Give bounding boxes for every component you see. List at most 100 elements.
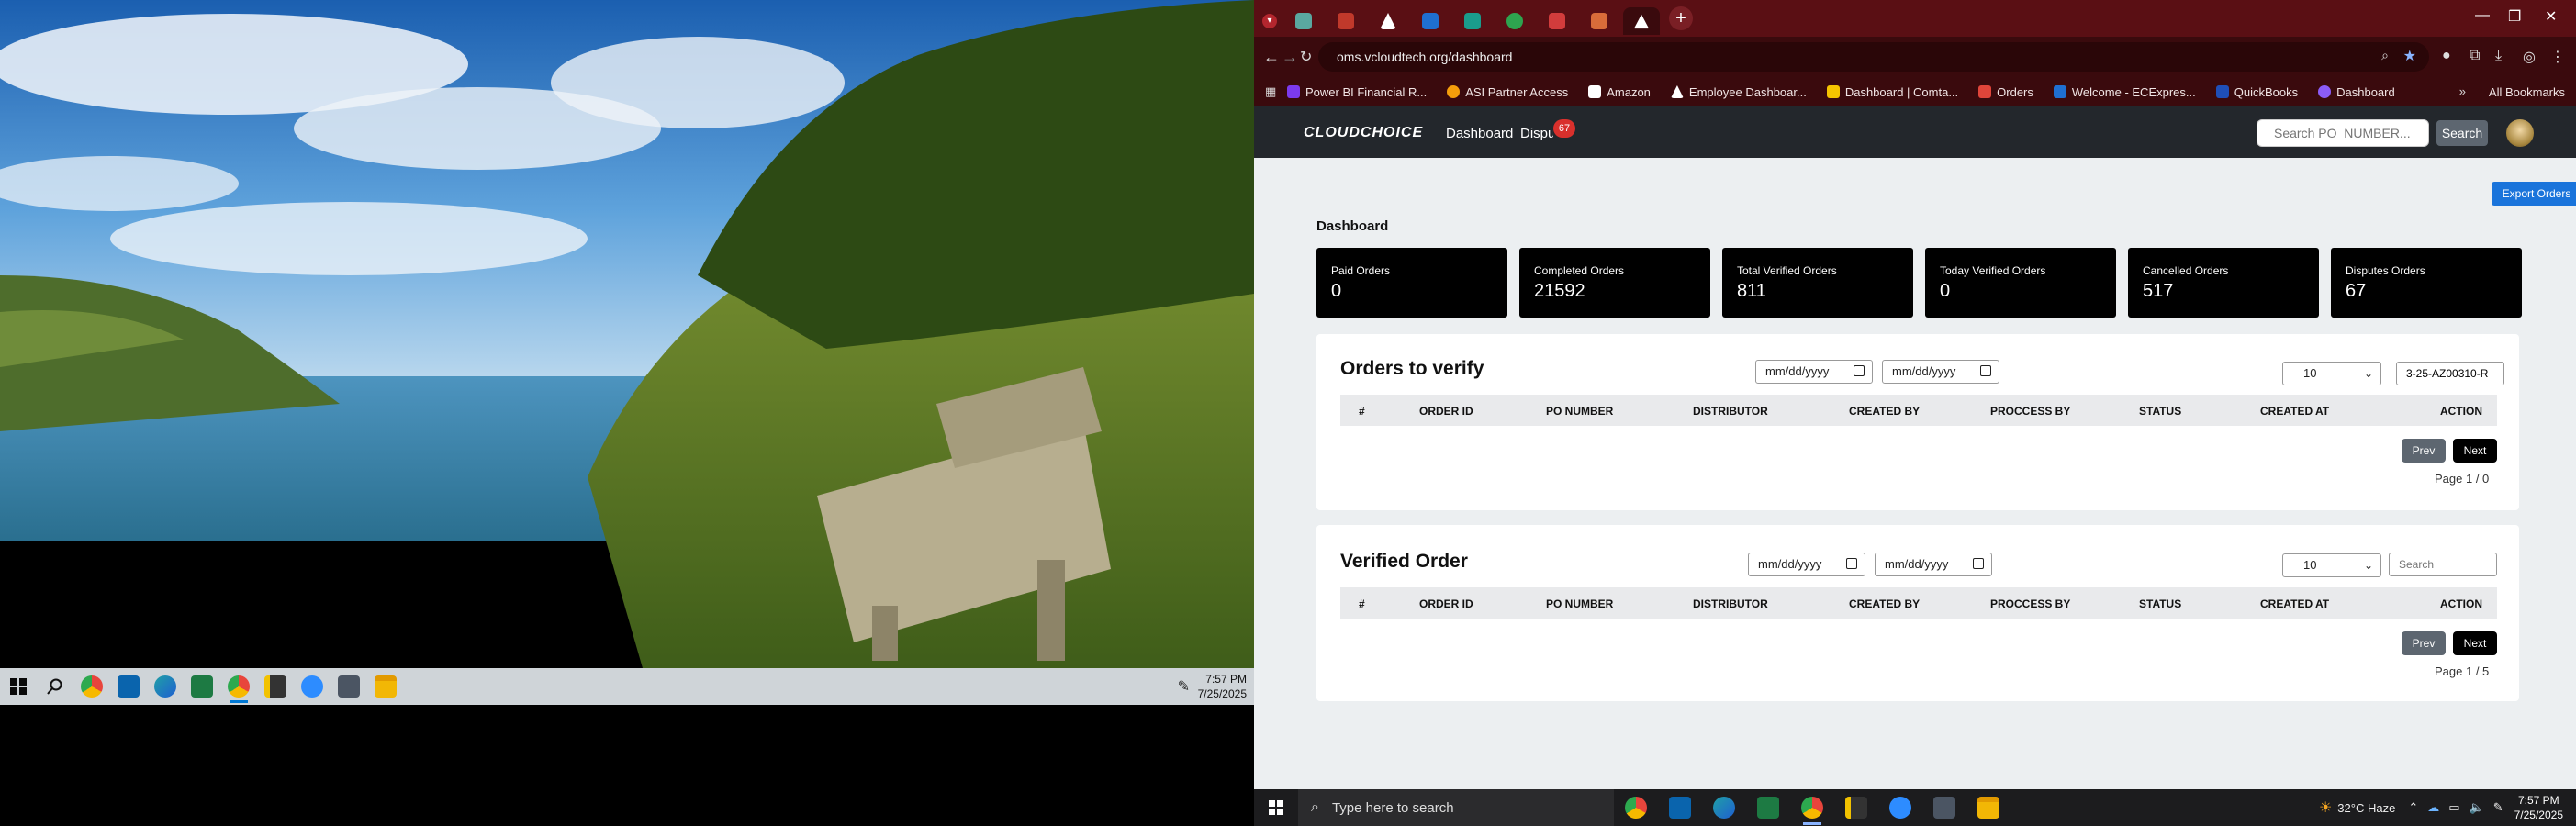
chrome-icon[interactable] — [73, 668, 110, 705]
user-avatar[interactable] — [2506, 119, 2534, 147]
tab-favicon-icon — [1422, 13, 1439, 29]
verify-page-size-select[interactable]: 10 ⌄ — [2282, 362, 2381, 385]
network-icon[interactable]: ▭ — [2448, 800, 2459, 815]
bookmark-item[interactable]: Dashboard — [2318, 85, 2395, 99]
back-icon[interactable]: ← — [1263, 48, 1280, 67]
tab-favicon-icon — [1338, 13, 1354, 29]
calculator-icon[interactable] — [330, 668, 367, 705]
browser-tab[interactable] — [1454, 7, 1491, 35]
calendar-icon[interactable] — [1973, 558, 1984, 569]
extension-icon[interactable]: ● — [2442, 48, 2451, 64]
windows-start-icon[interactable] — [1254, 789, 1298, 826]
tab-search-menu[interactable]: ▾ — [1260, 7, 1280, 35]
excel-icon[interactable] — [184, 668, 220, 705]
verify-search-input[interactable]: 3-25-AZ00310-R — [2396, 362, 2504, 385]
forward-icon[interactable]: → — [1282, 48, 1298, 67]
verified-search-input[interactable] — [2389, 553, 2497, 576]
puzzle-icon[interactable]: ⧉ — [2470, 48, 2480, 64]
address-bar[interactable]: oms.vcloudtech.org/dashboard ⌕ ★ — [1318, 42, 2429, 72]
verify-next-button[interactable]: Next — [2453, 439, 2497, 463]
bookmark-item[interactable]: Employee Dashboar... — [1670, 85, 1807, 99]
verified-next-button[interactable]: Next — [2453, 631, 2497, 655]
weather-text[interactable]: 32°C Haze — [2337, 801, 2395, 815]
left-monitor: ✎ 7:57 PM 7/25/2025 — [0, 0, 1254, 705]
bookmark-item[interactable]: QuickBooks — [2215, 85, 2298, 99]
right-clock[interactable]: 7:57 PM 7/25/2025 — [2514, 793, 2563, 822]
chrome-profile-icon[interactable] — [220, 668, 257, 705]
calendar-icon[interactable] — [1980, 365, 1991, 376]
file-explorer-icon[interactable] — [1966, 789, 2010, 826]
app-logo[interactable]: CLOUDCHOICE — [1304, 125, 1423, 141]
verified-page-size-select[interactable]: 10 ⌄ — [2282, 553, 2381, 577]
verify-date-to-input[interactable]: mm/dd/yyyy — [1882, 360, 1999, 384]
zoom-icon[interactable] — [1878, 789, 1922, 826]
export-orders-button[interactable]: Export Orders — [2492, 182, 2576, 206]
page-title: Dashboard — [1316, 218, 1389, 234]
browser-tab-active[interactable] — [1623, 7, 1660, 35]
bookmark-item[interactable]: ASI Partner Access — [1447, 85, 1568, 99]
chrome-profile-icon[interactable] — [1790, 789, 1834, 826]
profile-icon[interactable]: ◎ — [2523, 48, 2536, 66]
browser-tab[interactable] — [1581, 7, 1618, 35]
verified-date-to-input[interactable]: mm/dd/yyyy — [1875, 553, 1992, 576]
browser-tab[interactable] — [1285, 7, 1322, 35]
weather-icon[interactable]: ☀ — [2319, 798, 2332, 817]
chevron-right-icon[interactable]: » — [2459, 84, 2466, 98]
sticky-notes-icon[interactable] — [257, 668, 294, 705]
windows-start-icon[interactable] — [0, 668, 37, 705]
chrome-icon[interactable] — [1614, 789, 1658, 826]
pen-icon[interactable]: ✎ — [1178, 677, 1190, 696]
outlook-icon[interactable] — [1658, 789, 1702, 826]
sticky-notes-icon[interactable] — [1834, 789, 1878, 826]
calendar-icon[interactable] — [1854, 365, 1865, 376]
browser-tab[interactable] — [1412, 7, 1449, 35]
cloud-icon[interactable]: ☁ — [2427, 800, 2439, 815]
zoom-icon[interactable] — [294, 668, 330, 705]
search-icon[interactable] — [37, 668, 73, 705]
nav-disputes[interactable]: Disputes — [1520, 126, 1553, 141]
minimize-icon[interactable]: — — [2475, 7, 2490, 24]
taskbar-search-box[interactable]: ⌕ Type here to search — [1298, 789, 1614, 826]
outlook-icon[interactable] — [110, 668, 147, 705]
menu-icon[interactable]: ⋮ — [2550, 48, 2565, 66]
po-number-search-input[interactable] — [2257, 119, 2429, 147]
apps-grid-icon[interactable]: ▦ — [1265, 84, 1276, 99]
verify-prev-button[interactable]: Prev — [2402, 439, 2446, 463]
bookmark-item[interactable]: Power BI Financial R... — [1287, 85, 1427, 99]
chevron-up-icon[interactable]: ⌃ — [2408, 800, 2418, 815]
calculator-icon[interactable] — [1922, 789, 1966, 826]
bookmark-star-icon[interactable]: ★ — [2403, 47, 2416, 65]
verified-date-from-input[interactable]: mm/dd/yyyy — [1748, 553, 1865, 576]
reload-icon[interactable]: ↻ — [1300, 48, 1312, 66]
browser-tab[interactable] — [1496, 7, 1533, 35]
pen-icon[interactable]: ✎ — [2493, 800, 2503, 815]
zoom-search-icon[interactable]: ⌕ — [2381, 48, 2389, 63]
verified-prev-button[interactable]: Prev — [2402, 631, 2446, 655]
new-tab-button[interactable]: + — [1669, 6, 1693, 30]
edge-icon[interactable] — [1702, 789, 1746, 826]
nav-dashboard[interactable]: Dashboard — [1446, 126, 1513, 141]
date-to-value: mm/dd/yyyy — [1892, 364, 1956, 378]
browser-tab[interactable] — [1539, 7, 1575, 35]
maximize-icon[interactable]: ❐ — [2508, 7, 2521, 26]
bookmark-item[interactable]: Dashboard | Comta... — [1826, 85, 1958, 99]
file-explorer-icon[interactable] — [367, 668, 404, 705]
bookmark-item[interactable]: Amazon — [1588, 85, 1651, 99]
all-bookmarks[interactable]: All Bookmarks — [2489, 85, 2565, 99]
download-icon[interactable]: ⤓ — [2495, 48, 2502, 64]
calendar-icon[interactable] — [1846, 558, 1857, 569]
excel-icon[interactable] — [1746, 789, 1790, 826]
browser-tab[interactable] — [1327, 7, 1364, 35]
bookmark-item[interactable]: Orders — [1978, 85, 2033, 99]
col-created-at: CREATED AT — [2260, 405, 2330, 418]
left-clock[interactable]: 7:57 PM 7/25/2025 — [1198, 672, 1247, 701]
orders-to-verify-card: Orders to verify mm/dd/yyyy mm/dd/yyyy 1… — [1316, 334, 2519, 510]
edge-icon[interactable] — [147, 668, 184, 705]
speaker-icon[interactable]: 🔈 — [2470, 800, 2484, 815]
bookmark-item[interactable]: Welcome - ECExpres... — [2053, 85, 2196, 99]
browser-tab[interactable] — [1370, 7, 1406, 35]
verify-date-from-input[interactable]: mm/dd/yyyy — [1755, 360, 1873, 384]
search-button[interactable]: Search — [2436, 120, 2488, 146]
bookmark-label: Power BI Financial R... — [1305, 84, 1428, 99]
close-icon[interactable]: ✕ — [2545, 7, 2557, 26]
